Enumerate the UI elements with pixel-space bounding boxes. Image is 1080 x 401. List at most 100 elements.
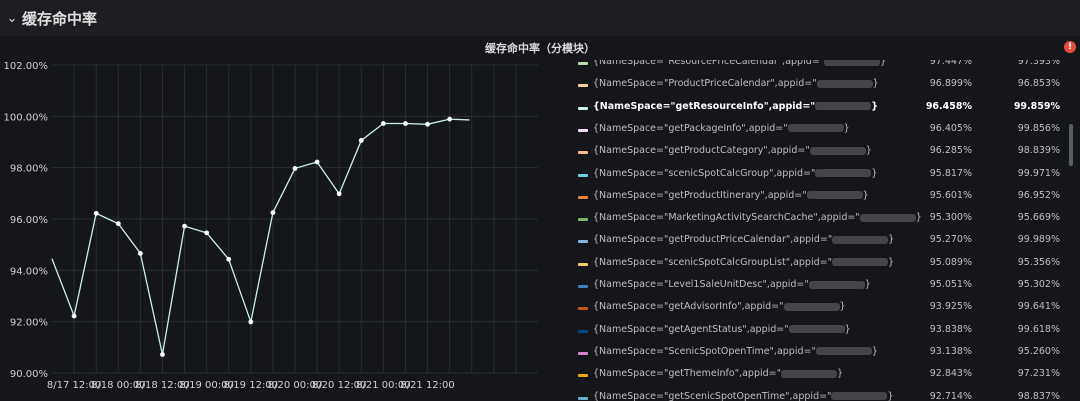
legend-label-text: {NameSpace="getProductItinerary",appid=" — [593, 189, 807, 201]
legend-value-min: 92.714% — [929, 390, 972, 401]
legend-label-text: {NameSpace="Level1SaleUnitDesc",appid=" — [593, 279, 809, 290]
legend-swatch — [578, 151, 588, 155]
data-point — [314, 159, 320, 165]
legend-value-min: 95.817% — [929, 167, 972, 179]
chevron-down-icon[interactable]: ⌄ — [2, 11, 22, 26]
legend-series-name[interactable]: {NameSpace="getPackageInfo",appid="} — [593, 123, 850, 134]
legend-swatch — [578, 106, 588, 110]
legend-value-current: 99.971% — [1017, 167, 1060, 179]
legend-value-current: 96.952% — [1017, 189, 1060, 201]
chart-panel: 缓存命中率（分模块） ! 102.00% 100.00% 98.00% 96.00% 9… — [0, 36, 1080, 401]
legend-label-text: {NameSpace="getThemeInfo",appid=" — [593, 368, 781, 380]
legend-label-text: {NameSpace="getPackageInfo",appid=" — [593, 122, 788, 134]
legend-series-name[interactable]: {NameSpace="ProductPriceCalendar",appid=… — [593, 78, 879, 89]
legend-value-min: 95.300% — [929, 212, 972, 224]
redacted-appid — [780, 369, 837, 378]
legend-series-name[interactable]: {NameSpace="Level1SaleUnitDesc",appid="} — [593, 279, 871, 290]
legend-series-name[interactable]: {NameSpace="getProductCategory",appid="} — [593, 145, 872, 156]
legend-value-current: 99.856% — [1017, 122, 1060, 134]
legend-row[interactable]: {NameSpace="ScenicSpotOpenTime",appid="}… — [566, 342, 1066, 364]
legend-label-tail: } — [864, 279, 871, 290]
legend-value-current: 99.989% — [1017, 234, 1060, 246]
legend-row[interactable]: {NameSpace="getThemeInfo",appid="} 92.843… — [566, 364, 1066, 386]
y-tick-label: 94.00% — [10, 266, 48, 277]
legend-swatch — [578, 195, 588, 199]
legend-series-name[interactable]: {NameSpace="getAdvisorInfo",appid="} — [593, 301, 846, 312]
legend-series-name[interactable]: {NameSpace="MarketingActivitySearchCache… — [593, 212, 922, 223]
redacted-appid — [832, 235, 889, 244]
legend-row[interactable]: {NameSpace="getProductItinerary",appid="… — [566, 186, 1066, 208]
redacted-appid — [831, 258, 888, 267]
data-point — [137, 250, 143, 256]
legend-value-min: 93.925% — [929, 301, 972, 313]
legend-series-name[interactable]: {NameSpace="getProductItinerary",appid="… — [593, 190, 869, 201]
chart-legend: {NameSpace="ResourcePriceCalendar",appid… — [566, 60, 1066, 401]
legend-row[interactable]: {NameSpace="ProductPriceCalendar",appid=… — [566, 74, 1066, 96]
legend-swatch — [578, 128, 588, 132]
legend-series-name[interactable]: {NameSpace="ResourcePriceCalendar",appid… — [593, 60, 886, 67]
legend-label-text: {NameSpace="getResourceInfo",appid=" — [593, 100, 816, 112]
legend-row[interactable]: {NameSpace="getScenicSpotOpenTime",appid… — [566, 387, 1066, 401]
legend-swatch — [578, 329, 588, 333]
legend-label-tail: } — [871, 345, 878, 357]
legend-series-name[interactable]: {NameSpace="getAgentStatus",appid="} — [593, 324, 851, 335]
data-point — [425, 121, 430, 127]
legend-row[interactable]: {NameSpace="getProductCategory",appid="}… — [566, 141, 1066, 163]
y-tick-label: 92.00% — [10, 318, 48, 329]
row-header[interactable]: ⌄ 缓存命中率 — [0, 0, 1080, 36]
data-point — [182, 223, 187, 229]
legend-series-name[interactable]: {NameSpace="getThemeInfo",appid="} — [593, 368, 843, 379]
legend-swatch — [578, 240, 588, 244]
legend-row[interactable]: {NameSpace="scenicSpotCalcGroup",appid="… — [566, 164, 1066, 186]
legend-series-name[interactable]: {NameSpace="scenicSpotCalcGroupList",app… — [593, 257, 894, 268]
redacted-appid — [806, 191, 863, 200]
legend-value-min: 93.138% — [929, 345, 972, 357]
legend-row[interactable]: {NameSpace="getProductPriceCalendar",app… — [566, 230, 1066, 252]
legend-label-text: {NameSpace="getAgentStatus",appid=" — [593, 323, 789, 335]
redacted-appid — [808, 280, 865, 289]
legend-series-name[interactable]: {NameSpace="scenicSpotCalcGroup",appid="… — [593, 168, 877, 179]
legend-value-current: 96.853% — [1017, 78, 1060, 90]
legend-label-tail: } — [915, 212, 922, 224]
legend-swatch — [578, 396, 588, 400]
data-point — [292, 166, 298, 171]
legend-value-current: 95.260% — [1017, 345, 1060, 357]
legend-value-min: 97.447% — [929, 60, 972, 67]
legend-label-tail: } — [862, 189, 869, 201]
legend-label-text: {NameSpace="MarketingActivitySearchCache… — [593, 212, 860, 224]
data-point — [93, 210, 99, 216]
legend-row[interactable]: {NameSpace="getAdvisorInfo",appid="} 93.9… — [566, 297, 1066, 319]
legend-label-text: {NameSpace="getScenicSpotOpenTime",appid… — [593, 390, 832, 401]
legend-row[interactable]: {NameSpace="getPackageInfo",appid="} 96.4… — [566, 119, 1066, 141]
legend-row[interactable]: {NameSpace="ResourcePriceCalendar",appid… — [566, 60, 1066, 74]
legend-row[interactable]: {NameSpace="MarketingActivitySearchCache… — [566, 208, 1066, 230]
legend-row[interactable]: {NameSpace="getAgentStatus",appid="} 93.8… — [566, 320, 1066, 342]
legend-series-name[interactable]: {NameSpace="getProductPriceCalendar",app… — [593, 234, 894, 245]
legend-label-tail: } — [839, 301, 846, 313]
legend-label-tail: } — [887, 256, 895, 268]
legend-value-min: 92.843% — [929, 368, 972, 380]
legend-label-tail: } — [887, 390, 894, 401]
legend-value-current: 95.669% — [1017, 212, 1060, 224]
alert-info-icon[interactable]: ! — [1064, 41, 1076, 53]
legend-swatch — [578, 218, 588, 222]
legend-row[interactable]: {NameSpace="scenicSpotCalcGroupList",app… — [566, 253, 1066, 275]
redacted-appid — [816, 79, 873, 88]
legend-series-name[interactable]: {NameSpace="getScenicSpotOpenTime",appid… — [593, 391, 893, 401]
redacted-appid — [831, 392, 888, 400]
series-line — [51, 118, 470, 355]
legend-row[interactable]: {NameSpace="getResourceInfo",appid="} 96.… — [566, 97, 1066, 119]
legend-swatch — [578, 374, 588, 378]
legend-value-current: 99.859% — [1013, 100, 1060, 112]
legend-series-name[interactable]: {NameSpace="getResourceInfo",appid="} — [593, 101, 878, 112]
legend-row[interactable]: {NameSpace="Level1SaleUnitDesc",appid="}… — [566, 275, 1066, 297]
legend-label-tail: } — [865, 145, 872, 157]
legend-value-min: 96.405% — [929, 122, 972, 134]
redacted-appid — [815, 347, 872, 356]
legend-series-name[interactable]: {NameSpace="ScenicSpotOpenTime",appid="} — [593, 346, 878, 357]
legend-value-current: 99.641% — [1017, 301, 1060, 313]
redacted-appid — [788, 325, 845, 334]
legend-scrollbar[interactable] — [1069, 124, 1073, 166]
data-point — [380, 121, 386, 126]
y-tick-label: 98.00% — [10, 164, 48, 175]
